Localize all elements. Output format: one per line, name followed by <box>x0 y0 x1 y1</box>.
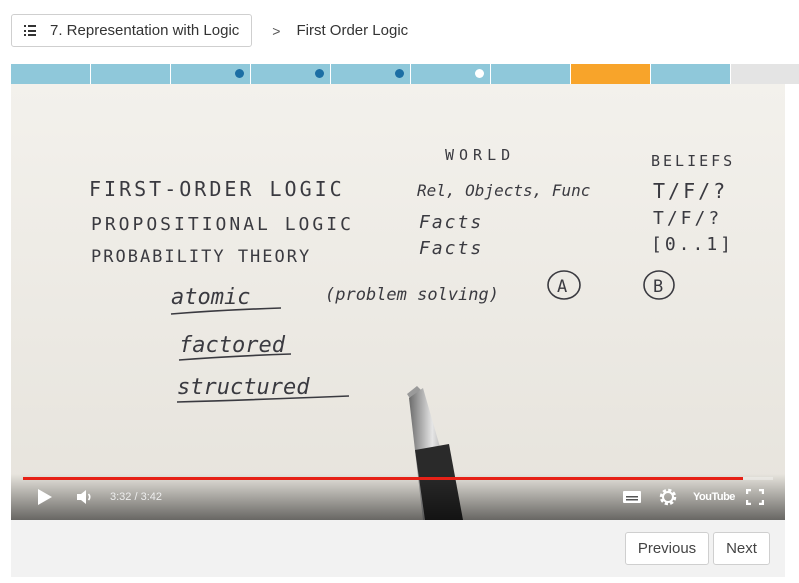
video-scrubber[interactable] <box>23 477 773 480</box>
row-beliefs-1: T/F/? <box>653 179 728 203</box>
row-name-2: PROPOSITIONAL LOGIC <box>91 214 354 235</box>
volume-icon[interactable] <box>77 489 95 505</box>
row-world-3: Facts <box>419 238 483 259</box>
lesson-navigation: Previous Next <box>11 520 785 577</box>
lesson-progress-bar <box>11 64 799 84</box>
progress-segment-3[interactable] <box>171 64 251 84</box>
row-name-3: PROBABILITY THEORY <box>91 247 311 267</box>
segment-marker-dot <box>235 69 244 78</box>
list-icon <box>24 25 36 36</box>
segment-marker-dot <box>475 69 484 78</box>
circle-b-label: B <box>653 277 663 297</box>
youtube-logo[interactable]: YouTube <box>693 489 735 505</box>
video-controls: 3:32 / 3:42 YouTube <box>11 474 785 520</box>
rep-structured: structured <box>177 375 310 400</box>
progress-segment-6[interactable] <box>411 64 491 84</box>
play-icon[interactable] <box>37 489 53 505</box>
video-time: 3:32 / 3:42 <box>110 491 162 503</box>
beliefs-heading: BELIEFS <box>651 152 735 170</box>
progress-segment-10[interactable] <box>731 64 799 84</box>
problem-solving-note: (problem solving) <box>325 285 499 305</box>
lesson-menu-label: 7. Representation with Logic <box>50 22 240 39</box>
progress-segment-5[interactable] <box>331 64 411 84</box>
whiteboard-frame: WORLD BELIEFS FIRST-ORDER LOGIC Rel, Obj… <box>11 84 785 520</box>
video-player[interactable]: WORLD BELIEFS FIRST-ORDER LOGIC Rel, Obj… <box>11 84 785 520</box>
breadcrumb-separator: > <box>272 22 281 39</box>
segment-marker-dot <box>315 69 324 78</box>
row-beliefs-2: T/F/? <box>653 208 722 229</box>
progress-segment-9[interactable] <box>651 64 731 84</box>
progress-segment-8[interactable] <box>571 64 651 84</box>
fullscreen-icon[interactable] <box>746 489 764 505</box>
progress-segment-4[interactable] <box>251 64 331 84</box>
circle-a-label: A <box>557 277 567 297</box>
youtube-logo-text: YouTube <box>693 491 735 503</box>
captions-icon[interactable] <box>623 491 641 503</box>
world-heading: WORLD <box>445 146 515 164</box>
progress-segment-1[interactable] <box>11 64 91 84</box>
settings-gear-icon[interactable] <box>658 487 678 507</box>
previous-button[interactable]: Previous <box>625 532 709 565</box>
lesson-menu-button[interactable]: 7. Representation with Logic <box>11 14 253 47</box>
breadcrumb-bar: 7. Representation with Logic > First Ord… <box>11 14 408 47</box>
video-played-progress <box>23 477 743 480</box>
rep-atomic: atomic <box>171 285 250 310</box>
row-beliefs-3: [0..1] <box>651 234 734 255</box>
progress-segment-7[interactable] <box>491 64 571 84</box>
segment-marker-dot <box>395 69 404 78</box>
row-world-1: Rel, Objects, Func <box>417 181 590 200</box>
row-world-2: Facts <box>419 212 483 233</box>
row-name-1: FIRST-ORDER LOGIC <box>89 177 345 201</box>
page-title: First Order Logic <box>296 22 409 39</box>
progress-segment-2[interactable] <box>91 64 171 84</box>
next-button[interactable]: Next <box>713 532 770 565</box>
